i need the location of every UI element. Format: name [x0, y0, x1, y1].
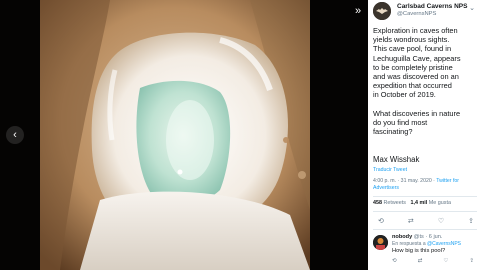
retweet-icon[interactable]: ⇄ [418, 258, 423, 264]
divider [373, 229, 477, 230]
reply-icon[interactable]: ⟲ [378, 217, 384, 225]
bat-logo-icon [373, 2, 391, 20]
divider [373, 211, 477, 212]
account-name[interactable]: Carlsbad Caverns NPS [397, 3, 467, 10]
more-options-icon[interactable]: ⌄ [469, 4, 475, 12]
photo-credit: Max Wisshak [373, 155, 420, 164]
like-icon[interactable]: ♡ [443, 258, 448, 264]
tweet-timestamp[interactable]: 4:00 p. m. · 31 may. 2020 · [373, 178, 436, 184]
share-icon[interactable]: ⇪ [468, 217, 474, 225]
reply-to-handle[interactable]: @CavernsNPS [427, 241, 461, 247]
reply-icon[interactable]: ⟲ [392, 258, 397, 264]
reply-avatar[interactable] [373, 235, 388, 250]
tweet-detail-panel: Carlsbad Caverns NPS @CavernsNPS ⌄ Explo… [368, 0, 480, 270]
tweet-header: Carlsbad Caverns NPS @CavernsNPS ⌄ [373, 2, 477, 24]
translate-tweet-link[interactable]: Traducir Tweet [373, 167, 407, 173]
media-viewer: ‹ » [0, 0, 368, 270]
reply-tweet[interactable]: nobody @ts · 6 jun. En respuesta a @Cave… [373, 233, 477, 270]
reply-date[interactable]: · 6 jun. [425, 234, 442, 240]
divider [373, 196, 477, 197]
reply-author-name[interactable]: nobody [392, 234, 412, 240]
account-avatar[interactable] [373, 2, 391, 20]
share-icon[interactable]: ⇪ [469, 258, 474, 264]
tweet-stats: 458 Retweets 1,4 mil Me gusta [373, 200, 451, 206]
retweet-count[interactable]: 458 [373, 200, 382, 206]
previous-image-button[interactable]: ‹ [6, 126, 24, 144]
reply-author-handle[interactable]: @ts [414, 234, 424, 240]
reply-context: En respuesta a @CavernsNPS [392, 241, 461, 247]
tweet-text: Exploration in caves often yields wondro… [373, 26, 461, 137]
collapse-panel-button[interactable]: » [349, 2, 367, 20]
like-icon[interactable]: ♡ [438, 217, 444, 225]
tweet-meta: 4:00 p. m. · 31 may. 2020 · Twitter for … [373, 178, 477, 192]
reply-author[interactable]: nobody @ts · 6 jun. [392, 234, 442, 240]
reply-text: How big is this pool? [392, 248, 446, 254]
account-handle[interactable]: @CavernsNPS [397, 11, 436, 17]
tweet-actions: ⟲ ⇄ ♡ ⇪ [378, 217, 474, 225]
like-label[interactable]: Me gusta [429, 200, 451, 206]
cave-pool-photo[interactable] [40, 0, 310, 270]
retweet-label[interactable]: Retweets [384, 200, 406, 206]
reply-actions: ⟲ ⇄ ♡ ⇪ [392, 258, 474, 264]
reply-prefix: En respuesta a [392, 241, 426, 247]
retweet-icon[interactable]: ⇄ [408, 217, 414, 225]
like-count[interactable]: 1,4 mil [410, 200, 427, 206]
reply-avatar-image-icon [373, 235, 388, 250]
